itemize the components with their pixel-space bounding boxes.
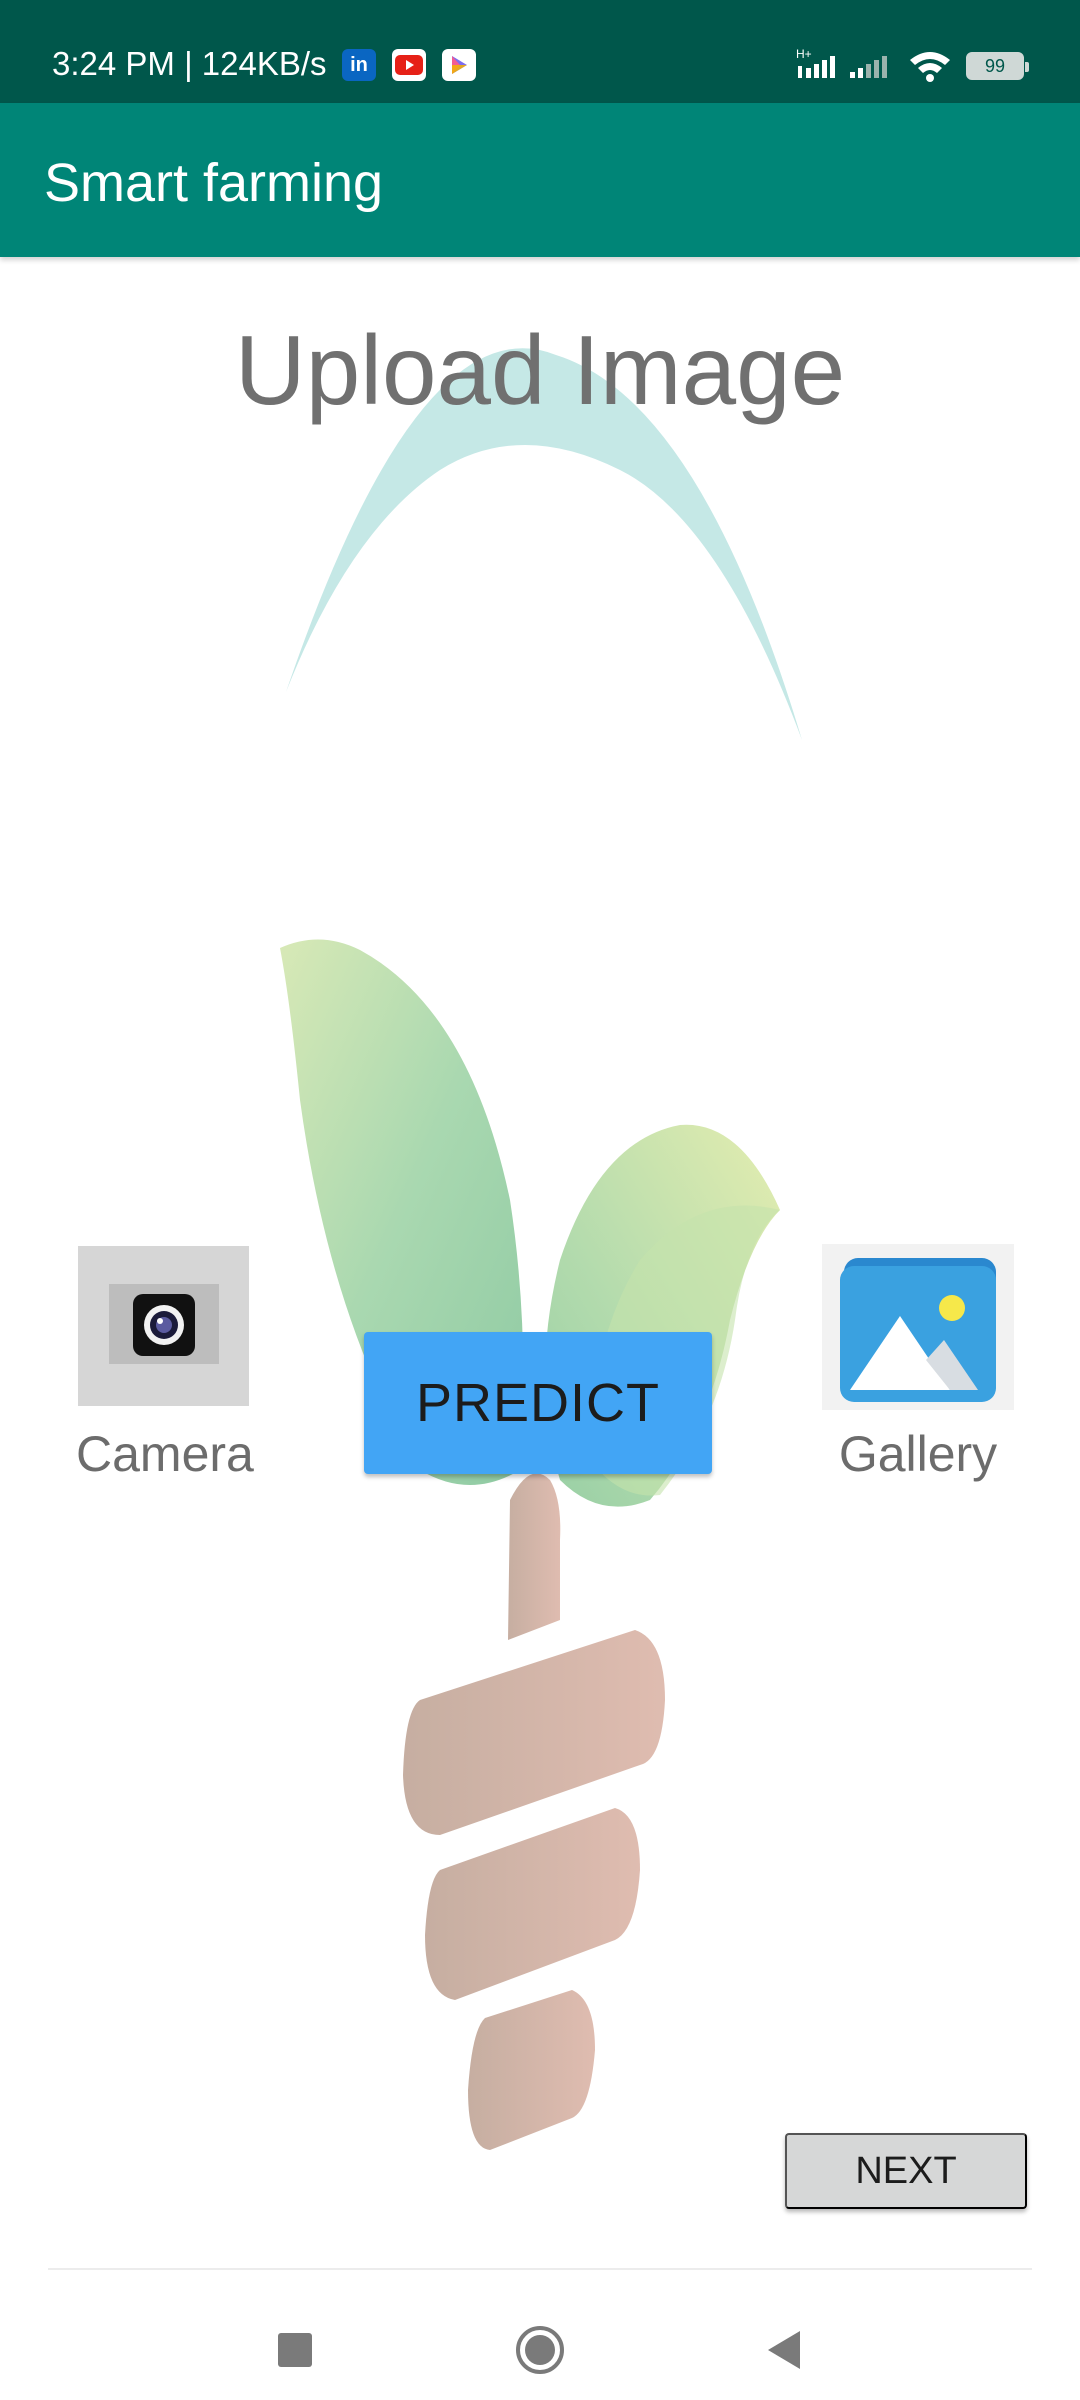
background-plant-illustration <box>280 348 802 2150</box>
next-button[interactable]: NEXT <box>785 2133 1027 2209</box>
hand-segment-1 <box>403 1630 665 1835</box>
camera-button[interactable] <box>78 1246 249 1406</box>
app-title: Smart farming <box>44 153 384 213</box>
hand-segment-3 <box>468 1990 595 2150</box>
recent-apps-icon[interactable] <box>255 2310 335 2390</box>
stem-shape <box>508 1473 561 1640</box>
back-icon[interactable] <box>744 2310 824 2390</box>
camera-icon <box>109 1284 219 1364</box>
upload-image-title: Upload Image <box>234 315 846 425</box>
wifi-icon <box>910 52 950 82</box>
screen: 3:24 PM | 124KB/s in H+ 99 Smart farming… <box>0 0 1080 2400</box>
battery-indicator: 99 <box>966 52 1029 80</box>
predict-button[interactable]: PREDICT <box>364 1332 712 1474</box>
camera-label[interactable]: Camera <box>76 1424 254 1484</box>
signal-icon: H+ <box>796 47 887 78</box>
play-games-icon <box>442 49 476 81</box>
gallery-button[interactable] <box>822 1244 1014 1410</box>
linkedin-icon: in <box>342 49 376 81</box>
navigation-bar <box>0 2270 1080 2400</box>
network-type-label: H+ <box>796 47 812 61</box>
gallery-label[interactable]: Gallery <box>822 1424 1014 1484</box>
app-bar: Smart farming <box>0 103 1080 257</box>
youtube-icon <box>392 49 426 81</box>
status-time: 3:24 PM | 124KB/s <box>52 45 327 82</box>
home-icon[interactable] <box>500 2310 580 2390</box>
status-bar: 3:24 PM | 124KB/s in H+ 99 <box>0 0 1080 103</box>
hand-segment-2 <box>425 1808 640 2000</box>
gallery-icon <box>840 1258 996 1402</box>
